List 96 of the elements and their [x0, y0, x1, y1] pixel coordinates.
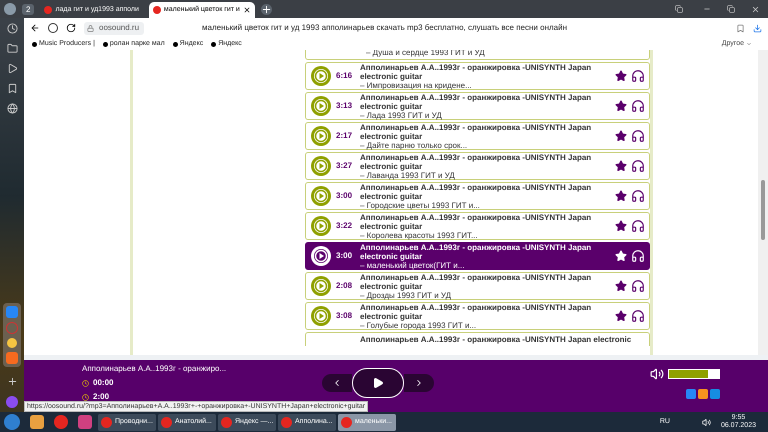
headphones-icon[interactable] — [631, 99, 645, 113]
track-row[interactable]: Апполинарьев А.А..1993г - оранжировка -UNISYNTH Japan electronic — [305, 332, 650, 346]
track-row[interactable]: 3:13 Апполинарьев А.А..1993г - оранжировка -UNISYNTH Japan electronic guitar – Лада 1993 ГИТ и УД — [305, 92, 650, 120]
track-duration: 3:27 — [336, 160, 354, 172]
play-icon[interactable] — [6, 63, 18, 74]
track-row[interactable]: 6:16 Апполинарьев А.А..1993г - оранжировка -UNISYNTH Japan electronic guitar – Импровизация на кридене... — [305, 62, 650, 90]
headphones-icon[interactable] — [631, 309, 645, 323]
favorite-icon[interactable] — [615, 280, 627, 292]
tab-counter[interactable]: 2 — [22, 4, 34, 14]
download-icon[interactable] — [753, 24, 762, 32]
track-subtitle: – Лаванда 1993 ГИТ и УД — [360, 170, 456, 180]
history-icon[interactable] — [6, 23, 18, 34]
elapsed-time: 00:00 — [82, 377, 322, 389]
favorite-icon[interactable] — [615, 100, 627, 112]
favorite-icon[interactable] — [615, 160, 627, 172]
track-duration: 3:13 — [336, 100, 354, 112]
app-icon — [341, 416, 352, 428]
collections-icon[interactable] — [675, 5, 683, 13]
favorite-icon[interactable] — [615, 70, 627, 82]
track-subtitle: – маленький цветок(ГИТ и... — [360, 260, 466, 270]
app-icon — [281, 416, 292, 428]
chevron-down-icon[interactable] — [746, 41, 752, 47]
track-row[interactable]: 3:00 Апполинарьев А.А..1993г - оранжировка -UNISYNTH Japan electronic guitar – Городские цветы 1993 ГИТ и... — [305, 182, 650, 210]
bookmark-icon — [102, 42, 108, 46]
play-button[interactable] — [352, 368, 404, 398]
profile-avatar[interactable] — [4, 3, 16, 15]
track-title: Апполинарьев А.А..1993г - оранжировка -UNISYNTH Japan electronic guitar — [360, 152, 592, 170]
track-duration: 2:17 — [336, 130, 354, 142]
headphones-icon[interactable] — [631, 129, 645, 143]
track-row[interactable]: 3:22 Апполинарьев А.А..1993г - оранжировка -UNISYNTH Japan electronic guitar – Королева красоты 1993 ГИТ... — [305, 212, 650, 240]
track-title: Апполинарьев А.А..1993г - оранжировка -UNISYNTH Japan electronic guitar — [360, 92, 592, 110]
back-icon[interactable] — [30, 23, 40, 33]
track-row[interactable]: 2:17 Апполинарьев А.А..1993г - оранжировка -UNISYNTH Japan electronic guitar – Дайте парню только срок... — [305, 122, 650, 150]
clock-icon — [82, 394, 89, 400]
track-title: Апполинарьев А.А..1993г - оранжировка -UNISYNTH Japan electronic guitar — [360, 272, 592, 290]
app-icon — [221, 416, 232, 428]
track-subtitle: – Голубые города 1993 ГИТ и... — [360, 320, 478, 330]
headphones-icon[interactable] — [631, 159, 645, 173]
track-duration: 3:22 — [336, 220, 354, 232]
speaker-icon[interactable] — [702, 418, 711, 426]
close-icon[interactable] — [242, 6, 251, 14]
site-icon — [44, 6, 52, 14]
track-title: Апполинарьев А.А..1993г - оранжировка -UNISYNTH Japan electronic — [360, 335, 632, 344]
track-row[interactable]: 3:08 Апполинарьев А.А..1993г - оранжировка -UNISYNTH Japan electronic guitar – Голубые города 1993 ГИТ и... — [305, 302, 650, 330]
address-field[interactable]: oosound.ru — [84, 22, 144, 34]
track-subtitle: – Дайте парню только срок... — [360, 140, 468, 150]
play-icon — [372, 377, 384, 389]
track-title: Апполинарьев А.А..1993г - оранжировка -UNISYNTH Japan electronic guitar — [360, 122, 592, 140]
lock-icon — [87, 24, 94, 32]
add-icon[interactable] — [6, 376, 18, 387]
page-title: маленький цветок гит и уд 1993 апполинарьев скачать mp3 бесплатно, слушать все песни онлайн — [202, 22, 567, 34]
track-subtitle: – Лада 1993 ГИТ и УД — [360, 110, 443, 120]
headphones-icon[interactable] — [631, 219, 645, 233]
app-icon — [161, 416, 172, 428]
scrollbar[interactable] — [758, 50, 768, 355]
start-button[interactable] — [4, 414, 20, 430]
bookmark-icon[interactable] — [736, 24, 745, 32]
track-duration: 6:16 — [336, 70, 354, 82]
total-time: 2:00 — [82, 391, 322, 403]
track-title: Апполинарьев А.А..1993г - оранжировка -UNISYNTH Japan electronic guitar — [360, 302, 592, 320]
track-duration: 3:08 — [336, 310, 354, 322]
app-icon — [101, 416, 112, 428]
track-title: Апполинарьев А.А..1993г - оранжировка -UNISYNTH Japan electronic guitar — [360, 212, 592, 230]
new-tab-icon[interactable] — [260, 4, 272, 14]
track-subtitle: – Дрозды 1993 ГИТ и УД — [360, 290, 452, 300]
headphones-icon[interactable] — [631, 279, 645, 293]
favorite-icon[interactable] — [615, 310, 627, 322]
play-button[interactable] — [310, 245, 332, 267]
track-title: Апполинарьев А.А..1993г - оранжировка -UNISYNTH Japan electronic guitar — [360, 242, 592, 260]
headphones-icon[interactable] — [631, 189, 645, 203]
volume-slider[interactable] — [668, 369, 720, 379]
player-track-title: Апполинарьев А.А..1993г - оранжиро... — [82, 363, 228, 375]
bookmark-icon — [172, 42, 178, 46]
track-subtitle: – Импровизация на кридене... — [360, 80, 473, 90]
volume-icon[interactable] — [650, 367, 664, 381]
track-duration: 3:00 — [336, 190, 354, 202]
track-duration: 3:00 — [336, 250, 354, 262]
reload-icon[interactable] — [66, 23, 76, 33]
headphones-icon[interactable] — [631, 69, 645, 83]
track-subtitle: – Городские цветы 1993 ГИТ и... — [360, 200, 481, 210]
app-icon[interactable] — [78, 415, 92, 429]
track-row[interactable]: 2:08 Апполинарьев А.А..1993г - оранжировка -UNISYNTH Japan electronic guitar – Дрозды 1993 ГИТ и УД — [305, 272, 650, 300]
track-row[interactable]: 3:00 Апполинарьев А.А..1993г - оранжировка -UNISYNTH Japan electronic guitar – маленький цветок(ГИТ и... — [305, 242, 650, 270]
track-duration: 2:08 — [336, 280, 354, 292]
favorite-icon[interactable] — [615, 130, 627, 142]
track-row[interactable]: 3:27 Апполинарьев А.А..1993г - оранжировка -UNISYNTH Japan electronic guitar – Лаванда 1993 ГИТ и УД — [305, 152, 650, 180]
track-title: Апполинарьев А.А..1993г - оранжировка -UNISYNTH Japan electronic guitar — [360, 182, 592, 200]
restore-icon[interactable] — [727, 5, 735, 13]
bookmark-icon — [32, 42, 37, 46]
bookmark-icon — [211, 42, 216, 46]
track-subtitle: – Королева красоты 1993 ГИТ... — [360, 230, 479, 240]
track-title: Апполинарьев А.А..1993г - оранжировка -UNISYNTH Japan electronic guitar — [360, 62, 592, 80]
site-icon — [152, 6, 161, 14]
favorite-icon[interactable] — [615, 190, 627, 202]
clock-icon — [82, 380, 89, 386]
favorite-icon[interactable] — [615, 220, 627, 232]
